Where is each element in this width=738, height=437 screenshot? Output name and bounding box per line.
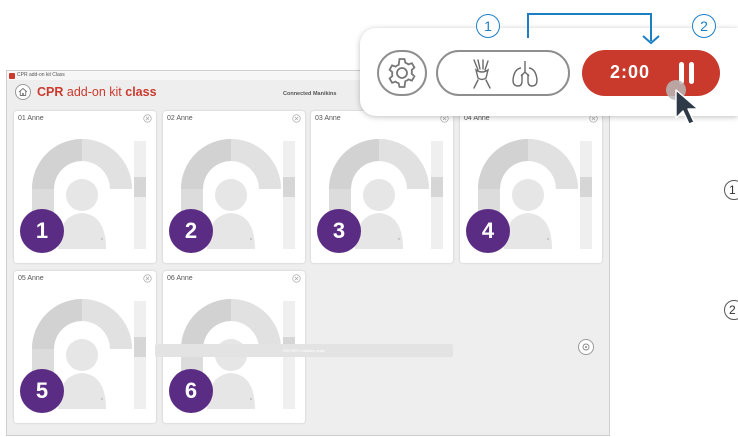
app-icon [9, 72, 15, 79]
manikin-settings-icon [582, 343, 590, 351]
manikin-card[interactable]: 04 Anne 4 [460, 111, 602, 263]
manikin-number-badge: 3 [317, 209, 361, 253]
manikin-name: 04 Anne [464, 115, 490, 122]
manikin-number-badge: 1 [20, 209, 64, 253]
report-button[interactable]: REPORT Initialize scale [155, 344, 453, 357]
close-icon[interactable] [292, 114, 301, 123]
manikin-name: 02 Anne [167, 115, 193, 122]
brand-class: class [125, 85, 157, 99]
home-button[interactable] [15, 84, 31, 100]
home-icon [18, 87, 28, 96]
close-icon[interactable] [143, 114, 152, 123]
callout-1: 1 [476, 14, 500, 38]
manikin-name: 06 Anne [167, 275, 193, 282]
timer-display: 2:00 [610, 62, 651, 82]
manikin-number-badge: 5 [20, 369, 64, 413]
step-number-1: 1 [724, 180, 738, 200]
manikin-number-badge: 4 [466, 209, 510, 253]
lungs-icon [512, 61, 538, 87]
connected-manikins-label: Connected Manikins [283, 91, 337, 97]
mouse-pointer-icon [666, 80, 699, 125]
brand-addon: add-on kit [63, 85, 126, 99]
manikin-name: 03 Anne [315, 115, 341, 122]
bottom-right-button[interactable] [578, 339, 594, 355]
callout-2: 2 [692, 14, 716, 38]
manikin-card[interactable]: 01 Anne 1 [14, 111, 156, 263]
hands-compression-icon [473, 59, 491, 89]
window-title: CPR add-on kit Class [17, 72, 65, 78]
manikin-number-badge: 2 [169, 209, 213, 253]
settings-gear-icon [388, 58, 416, 88]
report-button-label: REPORT Initialize scale [282, 348, 326, 353]
brand-cpr: CPR [37, 85, 64, 99]
manikin-card[interactable]: 05 Anne 5 [14, 271, 156, 423]
cpr-mode-toggle[interactable] [436, 50, 570, 96]
manikin-name: 01 Anne [18, 115, 44, 122]
close-icon[interactable] [143, 274, 152, 283]
manikin-name: 05 Anne [18, 275, 44, 282]
manikin-number-badge: 6 [169, 369, 213, 413]
brand-title: CPR add-on kit class [37, 85, 157, 99]
manikin-card[interactable]: 02 Anne 2 [163, 111, 305, 263]
close-icon[interactable] [292, 274, 301, 283]
manikin-card[interactable]: 03 Anne 3 [311, 111, 453, 263]
callout-connector [527, 13, 660, 45]
settings-button[interactable] [377, 50, 427, 96]
step-number-2: 2 [724, 300, 738, 320]
